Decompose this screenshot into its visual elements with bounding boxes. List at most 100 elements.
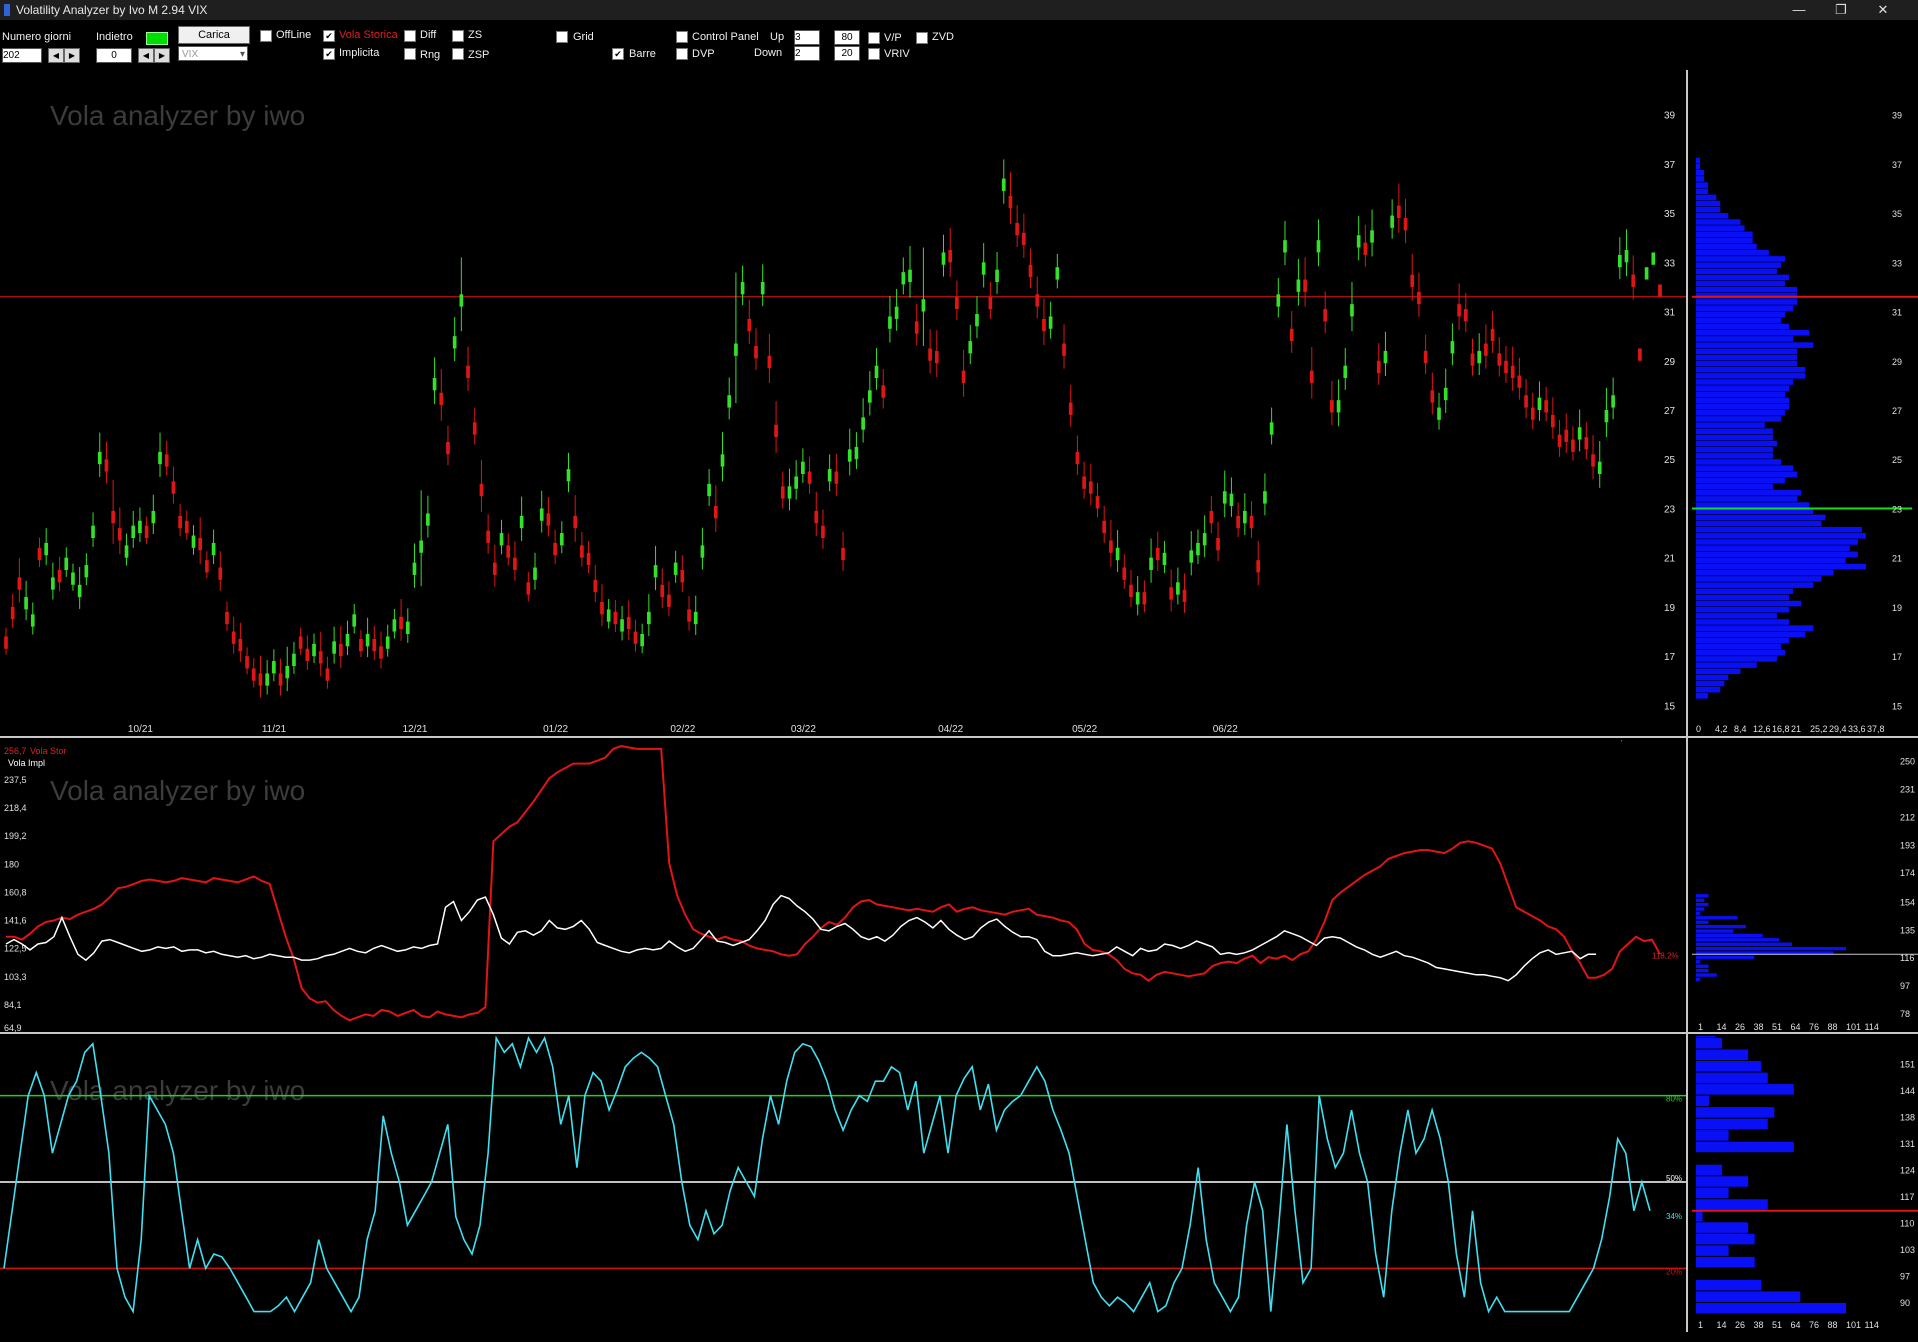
zscore-profile-bar [1696, 1222, 1749, 1233]
implicita-label: Implicita [339, 47, 380, 59]
down-input[interactable]: 2 [794, 46, 820, 61]
candle-body [1122, 567, 1127, 580]
candle-body [1350, 304, 1354, 317]
volume-profile-x-tick: 33,6 [1848, 724, 1866, 734]
price-chart-pane[interactable]: Vola analyzer by iwo 15 17 19 21 23 25 27 29 31 33… [0, 70, 1686, 736]
vriv-checkbox[interactable] [868, 48, 880, 60]
candle-body [1544, 400, 1548, 413]
candle-body [1088, 481, 1093, 494]
indietro-increment-button[interactable]: ▶ [154, 48, 170, 63]
candle-body [278, 673, 283, 686]
down-label: Down [754, 47, 783, 59]
volume-profile-x-tick: 21 [1791, 724, 1801, 734]
zscore-profile-pane[interactable]: 90 97 103 110 117 124 131 138 144 151 1 14 26 38 51 64 7… [1692, 1036, 1918, 1330]
volume-profile-y-tick: 31 [1892, 308, 1902, 318]
volume-profile-bar [1696, 373, 1806, 379]
symbol-select[interactable]: VIX ▾ [178, 46, 248, 61]
zscore-profile-bar [1696, 1210, 1703, 1222]
giorni-decrement-button[interactable]: ◀ [48, 48, 64, 63]
candle-body [1236, 515, 1240, 529]
volume-profile-x-tick: 0 [1696, 724, 1701, 734]
up-input[interactable]: 3 [794, 30, 820, 45]
candle-body [1162, 552, 1167, 566]
candle-body [981, 262, 986, 275]
candle-body [1309, 370, 1314, 383]
giorni-increment-button[interactable]: ▶ [64, 48, 80, 63]
zsp-checkbox[interactable] [452, 48, 464, 60]
price-x-tick: 01/22 [543, 724, 568, 735]
volume-profile-y-tick: 15 [1892, 701, 1902, 711]
candle-body [546, 513, 551, 526]
volume-profile-bar [1696, 200, 1721, 207]
control-panel-checkbox[interactable] [676, 31, 688, 43]
candle-body [446, 442, 450, 455]
candle-body [24, 597, 28, 610]
volume-profile-bar [1696, 600, 1802, 607]
threshold-80-input[interactable]: 80 [834, 30, 860, 45]
volume-profile-bar [1696, 680, 1725, 687]
vola-storica-checkbox[interactable]: ✔ [323, 30, 335, 42]
candle-body [1651, 252, 1656, 265]
vertical-splitter[interactable] [1686, 70, 1688, 1332]
candle-body [84, 565, 89, 578]
zscore-chart-pane[interactable]: Vola analyzer by iwo 80% 50% 20% 34% [0, 1036, 1686, 1330]
indietro-input[interactable]: 0 [96, 48, 132, 63]
price-x-tick: 11/21 [262, 724, 287, 735]
vol-y-tick: 199,2 [4, 831, 27, 841]
candle-body [1430, 390, 1435, 403]
volume-profile-bar [1696, 422, 1765, 428]
diff-checkbox[interactable] [404, 30, 416, 42]
zscore-profile-bar [1696, 1130, 1729, 1141]
zs-checkbox[interactable] [452, 30, 464, 42]
volatility-profile-pane[interactable]: 78 97 116 135 154 174 193 212 231 250 1 14 26 38 51 64 7… [1692, 740, 1918, 1032]
implicita-checkbox[interactable]: ✔ [323, 48, 335, 60]
candle-body [1042, 318, 1046, 332]
candle-body [171, 481, 176, 494]
barre-label: Barre [629, 48, 656, 60]
price-y-tick: 31 [1664, 308, 1676, 319]
candle-body [854, 446, 859, 460]
volume-profile-pane[interactable]: 15 17 19 21 23 25 27 29 31 33 35 37 39 0 4,2 8,4 12,6 16,… [1692, 70, 1918, 736]
zvd-checkbox[interactable] [916, 32, 928, 44]
zscore-profile-bar [1696, 1118, 1768, 1130]
minimize-button[interactable]: — [1780, 0, 1818, 20]
close-button[interactable]: ✕ [1864, 0, 1902, 20]
vol-profile-y-tick: 212 [1900, 812, 1915, 822]
volume-profile-bar [1696, 434, 1773, 441]
candle-body [184, 520, 189, 534]
numero-giorni-input[interactable]: 202 [2, 48, 42, 63]
volume-profile-bar [1696, 305, 1794, 311]
candle-body [580, 545, 584, 558]
dvp-checkbox[interactable] [676, 48, 688, 60]
zscore-profile-bar [1696, 1187, 1729, 1199]
candle-body [713, 506, 718, 519]
barre-checkbox[interactable]: ✔ [612, 48, 624, 60]
vol-profile-x-tick: 88 [1828, 1022, 1838, 1032]
price-x-tick: 10/21 [128, 724, 153, 735]
candle-body [499, 533, 504, 546]
price-chart: Vola analyzer by iwo 15 17 19 21 23 25 27 29 31 33… [0, 100, 1686, 735]
vp-checkbox[interactable] [868, 32, 880, 44]
threshold-20-input[interactable]: 20 [834, 46, 860, 61]
volatility-chart-pane[interactable]: Vola analyzer by iwo 84,1 103,3 122,5 141,6 1… [0, 740, 1686, 1032]
candle-body [1584, 437, 1589, 450]
horizontal-splitter-top[interactable] [0, 736, 1918, 738]
zscore-profile-y-tick: 103 [1900, 1245, 1915, 1255]
volume-profile-bar [1696, 668, 1741, 675]
candle-body [385, 636, 390, 649]
volume-profile-bar [1696, 243, 1757, 250]
candle-body [1564, 429, 1569, 442]
volume-profile-bar [1696, 514, 1826, 521]
vol-y-tick: 237,5 [4, 775, 27, 785]
candle-body [667, 594, 671, 607]
carica-button[interactable]: Carica [178, 26, 250, 44]
rng-checkbox[interactable] [404, 48, 416, 60]
restore-button[interactable]: ❐ [1822, 0, 1860, 20]
zscore-profile-x-tick: 51 [1772, 1320, 1782, 1330]
candle-body [57, 570, 62, 583]
candle-body [1591, 454, 1595, 467]
grid-checkbox[interactable] [556, 31, 568, 43]
indietro-decrement-button[interactable]: ◀ [138, 48, 154, 63]
horizontal-splitter-bottom[interactable] [0, 1032, 1918, 1034]
offline-checkbox[interactable] [260, 30, 272, 42]
